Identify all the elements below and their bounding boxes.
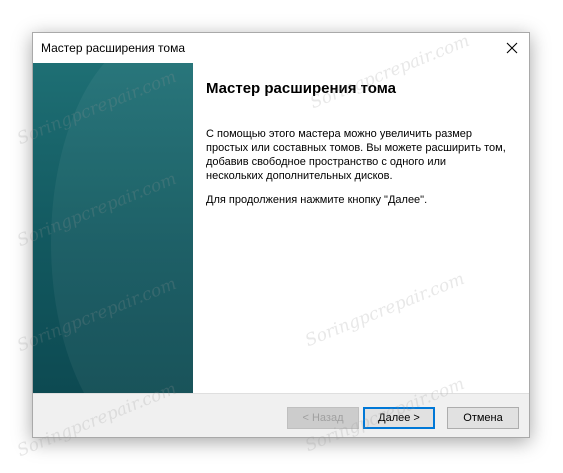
side-panel-decoration: [51, 63, 193, 393]
wizard-window: Мастер расширения тома Мастер расширения…: [32, 32, 530, 438]
button-bar: < Назад Далее > Отмена: [33, 393, 529, 437]
wizard-side-panel: [33, 63, 193, 393]
next-button[interactable]: Далее >: [363, 407, 435, 429]
wizard-content: Мастер расширения тома С помощью этого м…: [193, 63, 529, 393]
continue-instruction: Для продолжения нажмите кнопку "Далее".: [206, 194, 428, 206]
wizard-heading: Мастер расширения тома: [206, 80, 397, 97]
back-button[interactable]: < Назад: [287, 407, 359, 429]
title-bar: Мастер расширения тома: [33, 33, 529, 63]
window-title: Мастер расширения тома: [41, 41, 185, 55]
wizard-description: С помощью этого мастера можно увеличить …: [206, 128, 506, 182]
cancel-button[interactable]: Отмена: [447, 407, 519, 429]
close-button[interactable]: [495, 33, 529, 63]
close-icon: [506, 42, 518, 54]
